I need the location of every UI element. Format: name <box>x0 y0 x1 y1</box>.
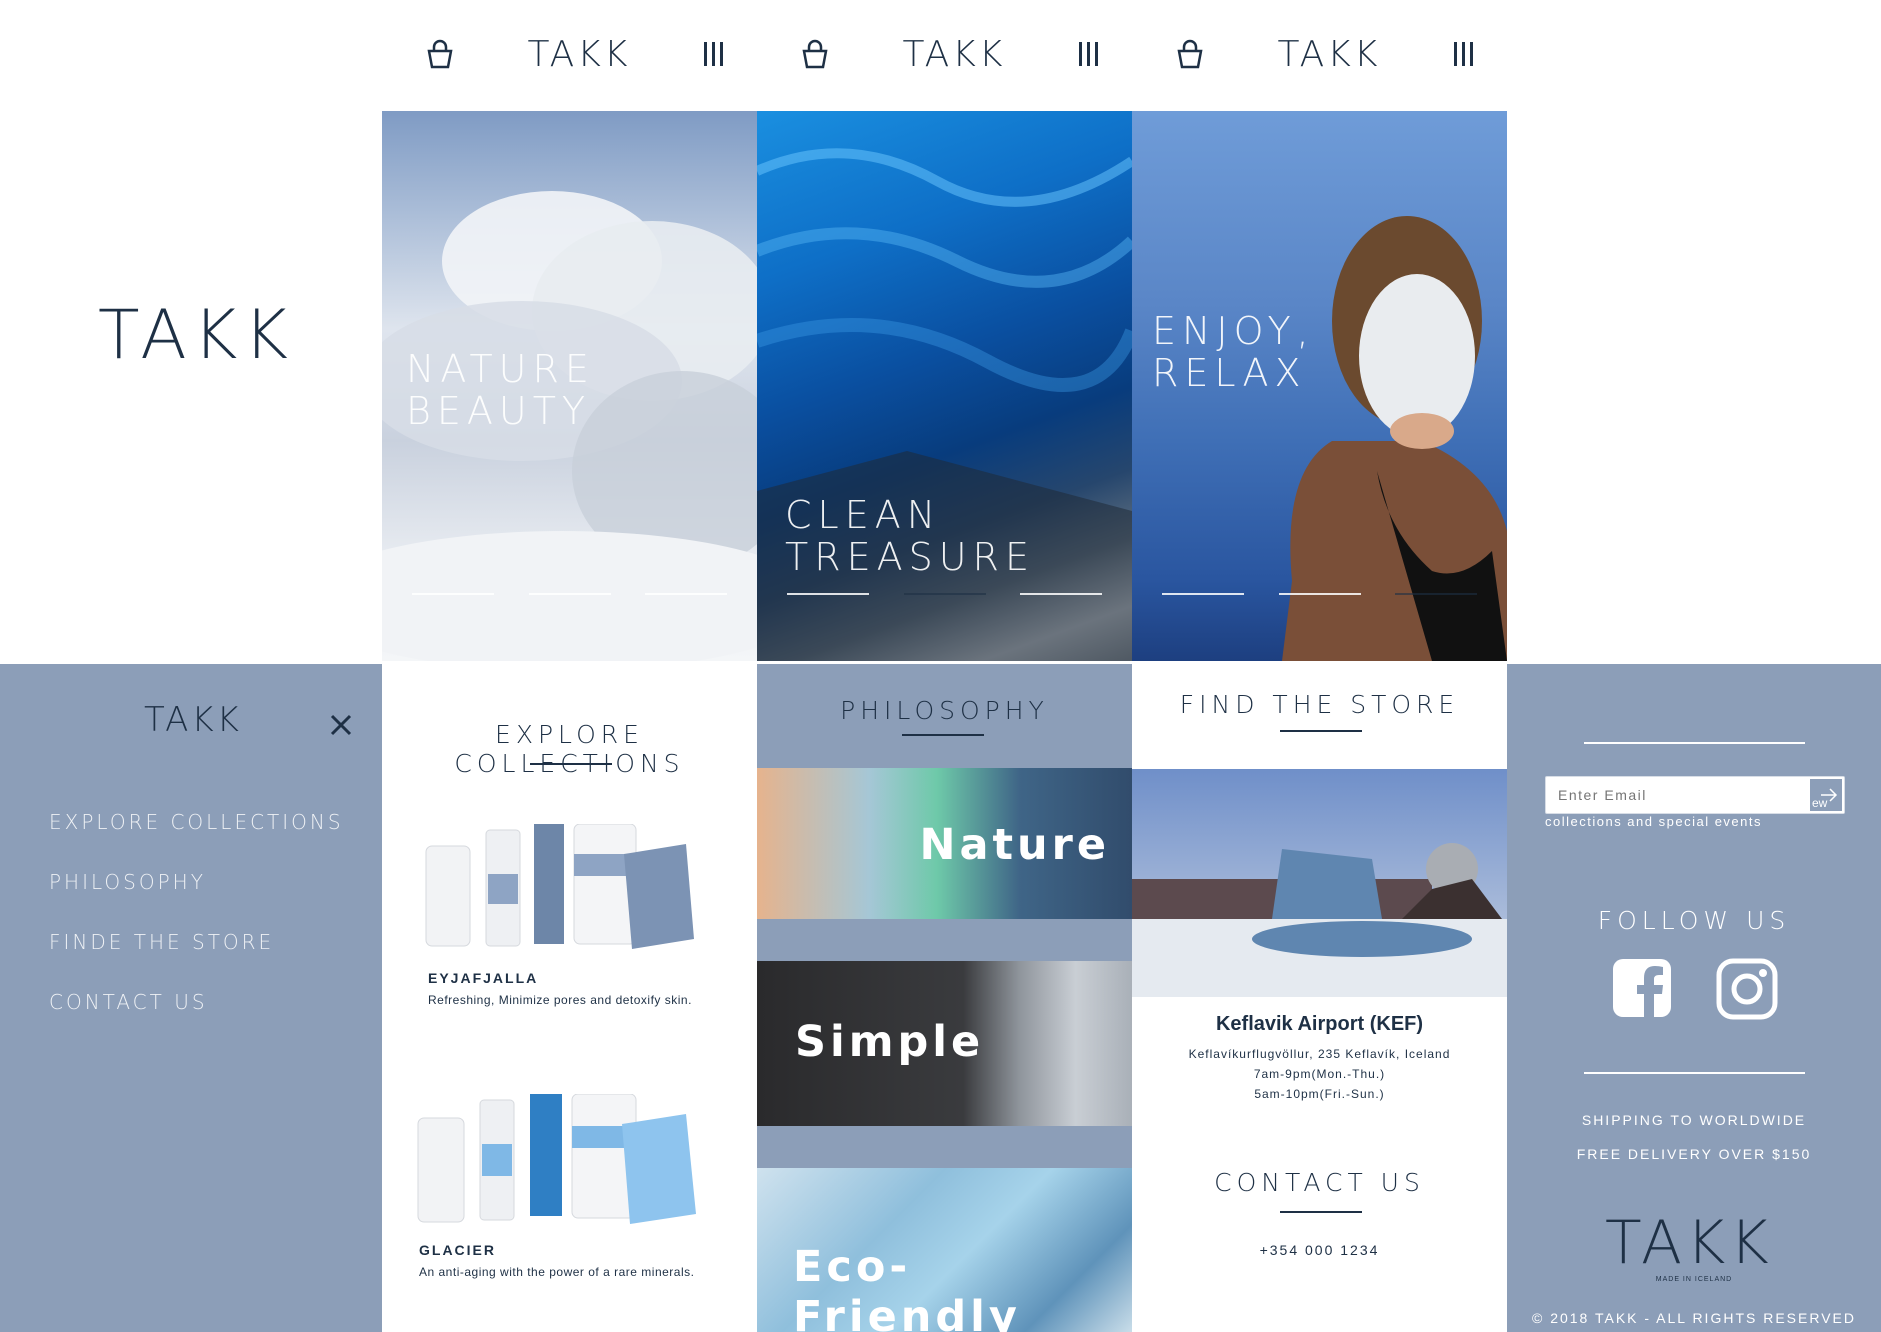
follow-title: Follow us <box>1597 906 1791 935</box>
product-name[interactable]: EYJAFJALLA <box>428 970 538 986</box>
title-underline <box>530 763 612 765</box>
arrow-right-icon <box>1821 788 1838 802</box>
store-address: Keflavíkurflugvöllur, 235 Keflavík, Icel… <box>1188 1047 1451 1061</box>
shopping-bag-icon[interactable] <box>801 39 829 69</box>
menu-icon[interactable] <box>703 42 723 66</box>
email-input[interactable] <box>1546 777 1804 813</box>
slide-indicators[interactable] <box>1162 593 1477 595</box>
shopping-bag-icon[interactable] <box>1176 39 1204 69</box>
philosophy-tile-nature[interactable]: Nature <box>757 768 1132 919</box>
section-title: Philosophy <box>840 696 1049 725</box>
footer-brand-logo[interactable]: TAKK <box>1605 1208 1773 1278</box>
instagram-icon[interactable] <box>1716 958 1778 1020</box>
menu-item-philosophy[interactable]: Philosophy <box>49 870 206 894</box>
store-hours-weekday: 7am-9pm(Mon.-Thu.) <box>1253 1067 1386 1081</box>
delivery-text: FREE DELIVERY OVER $150 <box>1576 1146 1812 1162</box>
philosophy-tile-label: Nature <box>919 820 1110 870</box>
store-image[interactable] <box>1132 769 1507 997</box>
title-underline <box>1280 730 1362 732</box>
product-description: An anti-aging with the power of a rare m… <box>419 1265 695 1279</box>
hero-title: Clean Treasure <box>785 493 1035 579</box>
menu-brand-logo[interactable]: TAKK <box>144 700 242 740</box>
slide-indicators[interactable] <box>787 593 1102 595</box>
hero-slide-relax[interactable]: Enjoy, Relax <box>1132 111 1507 661</box>
divider <box>1584 742 1805 744</box>
top-nav-2: TAKK <box>757 32 1132 76</box>
title-underline <box>1280 1211 1362 1213</box>
copyright-text: © 2018 TAKK - ALL RIGHTS RESERVED <box>1531 1310 1856 1326</box>
philosophy-tile-label: Simple <box>795 1017 985 1067</box>
philosophy-section: Philosophy Nature Simple Eco-Friendly <box>757 664 1132 1332</box>
slide-indicators[interactable] <box>412 593 727 595</box>
hero-title: Enjoy, Relax <box>1152 309 1315 395</box>
top-nav-3: TAKK <box>1132 32 1507 76</box>
footer-tagline: MADE IN ICELAND <box>1655 1276 1733 1283</box>
footer-section: ew collections and special events Follow… <box>1507 664 1881 1332</box>
divider <box>1584 1072 1805 1074</box>
menu-panel: TAKK Explore Collections Philosophy Find… <box>0 664 382 1332</box>
contact-title: Contact us <box>1214 1168 1425 1197</box>
menu-item-contact[interactable]: Contact us <box>49 990 208 1014</box>
shopping-bag-icon[interactable] <box>426 39 454 69</box>
brand-logo[interactable]: TAKK <box>1277 34 1380 75</box>
menu-icon[interactable] <box>1453 42 1473 66</box>
section-title: Find the Store <box>1179 690 1460 719</box>
email-form: ew <box>1545 776 1845 814</box>
product-description: Refreshing, Minimize pores and detoxify … <box>428 993 692 1007</box>
brand-logo[interactable]: TAKK <box>902 34 1005 75</box>
hero-title: Nature Beauty <box>406 347 595 433</box>
philosophy-tile-simple[interactable]: Simple <box>757 961 1132 1126</box>
product-image-glacier[interactable] <box>416 1094 716 1229</box>
collections-section: Explore Collections EYJAFJALLA Refreshin… <box>382 664 757 1332</box>
email-submit-button[interactable]: ew <box>1808 777 1844 813</box>
facebook-icon[interactable] <box>1612 958 1672 1018</box>
menu-icon[interactable] <box>1078 42 1098 66</box>
title-underline <box>902 734 984 736</box>
hero-brand-logo: TAKK <box>98 296 294 375</box>
brand-logo[interactable]: TAKK <box>527 34 630 75</box>
store-name[interactable]: Keflavik Airport (KEF) <box>1132 1013 1507 1036</box>
store-hours-weekend: 5am-10pm(Fri.-Sun.) <box>1254 1087 1385 1101</box>
shipping-text: SHIPPING TO WORLDWIDE <box>1581 1112 1807 1128</box>
section-title: Explore Collections <box>454 720 685 778</box>
close-icon[interactable] <box>330 714 352 736</box>
store-section: Find the Store Keflavik Airport (KEF) Ke… <box>1132 664 1507 1332</box>
product-name[interactable]: GLACIER <box>419 1242 496 1258</box>
menu-item-explore-collections[interactable]: Explore Collections <box>49 810 344 834</box>
top-nav-1: TAKK <box>382 32 757 76</box>
philosophy-tile-eco[interactable]: Eco-Friendly <box>757 1168 1132 1332</box>
hero-slide-nature[interactable]: Nature Beauty <box>382 111 757 661</box>
hero-slide-ice[interactable]: Clean Treasure <box>757 111 1132 661</box>
product-image-eyjafjalla[interactable] <box>424 824 714 954</box>
contact-phone[interactable]: +354 000 1234 <box>1132 1242 1507 1258</box>
philosophy-tile-label: Eco-Friendly <box>793 1242 1021 1332</box>
menu-item-find-store[interactable]: Finde the Store <box>49 930 274 954</box>
newsletter-note: collections and special events <box>1545 814 1762 829</box>
